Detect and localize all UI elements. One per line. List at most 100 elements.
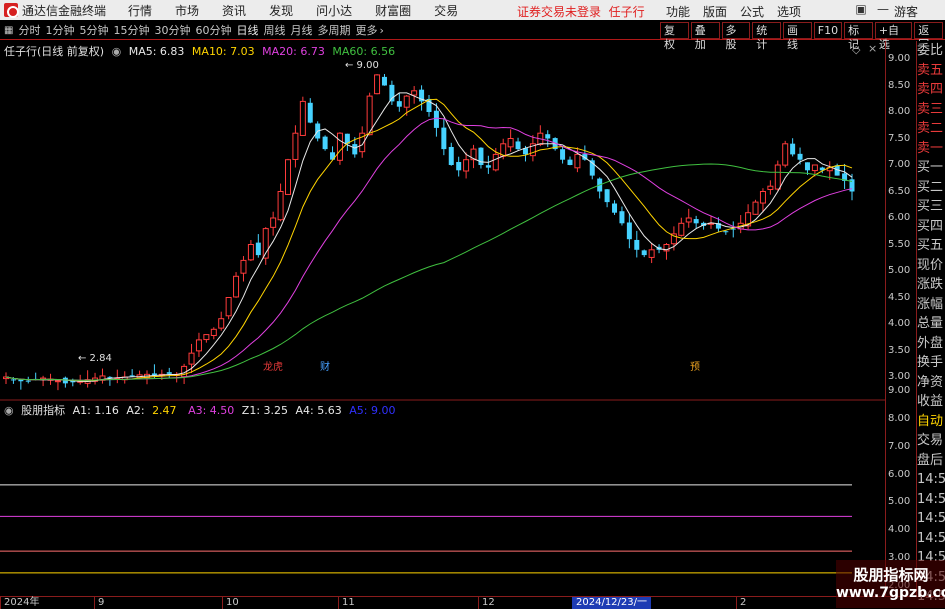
a5-label: A5: 9.00 [349, 404, 396, 417]
menu-layout[interactable]: 版面 [703, 3, 727, 20]
candle-body [307, 102, 313, 123]
side-panel-item[interactable]: 现价 [917, 256, 945, 276]
candle-body [255, 242, 261, 256]
period-daily[interactable]: 日线 [236, 22, 258, 38]
side-panel-item[interactable]: 净资 [917, 373, 945, 393]
candle-body [804, 162, 810, 171]
period-15min[interactable]: 15分钟 [113, 22, 149, 38]
tool-multi-stock[interactable]: 多股 [721, 22, 751, 51]
menu-ask[interactable]: 问小达 [316, 2, 352, 19]
ma60-label: MA60: 6.56 [332, 45, 396, 58]
event-marker: 财 [320, 360, 330, 373]
period-timeshare[interactable]: 分时 [18, 22, 40, 38]
side-panel-item[interactable]: 外盘 [917, 334, 945, 354]
side-panel-item[interactable]: 收益 [917, 392, 945, 412]
period-30min[interactable]: 30分钟 [154, 22, 190, 38]
price-tick-label: 4.50 [888, 291, 911, 303]
side-panel-item[interactable]: 自动 [917, 412, 945, 432]
candle-body [225, 297, 232, 317]
side-panel-item[interactable]: 总量 [917, 314, 945, 334]
tool-mark[interactable]: 标记 [844, 22, 873, 51]
ma10-line [5, 98, 853, 382]
close-icon[interactable]: × [868, 42, 877, 55]
candle-body [247, 244, 254, 261]
side-panel-item[interactable]: 委比 [917, 41, 945, 61]
guest-label[interactable]: 游客 [894, 3, 918, 20]
date-tick: 9 [94, 597, 104, 609]
side-panel-item[interactable]: 14:56 [917, 509, 945, 529]
tool-draw[interactable]: 画线 [783, 22, 812, 51]
side-panel-item[interactable]: 买四 [917, 217, 945, 237]
period-multi[interactable]: 多周期 [317, 22, 350, 38]
side-panel-item[interactable]: 卖一 [917, 139, 945, 159]
menu-function[interactable]: 功能 [666, 3, 690, 20]
period-60min[interactable]: 60分钟 [195, 22, 231, 38]
minimize-icon[interactable]: — [872, 2, 894, 16]
period-weekly[interactable]: 周线 [263, 22, 285, 38]
kline-title: 任子行(日线 前复权) [4, 45, 105, 58]
menu-market[interactable]: 市场 [175, 2, 199, 19]
menu-trade[interactable]: 交易 [434, 2, 458, 19]
candle-body [619, 211, 625, 224]
tool-adjust[interactable]: 复权 [660, 22, 689, 51]
candle-body [203, 334, 210, 341]
tool-stats[interactable]: 统计 [752, 22, 781, 51]
settings-dot-icon[interactable]: ◉ [112, 45, 122, 58]
watermark-line1: 股朋指标网 [853, 566, 929, 584]
chart-tools: 复权 叠加 多股 统计 画线 F10 标记 +自选 返回 [660, 22, 945, 51]
side-panel-item[interactable]: 涨幅 [917, 295, 945, 315]
period-1min[interactable]: 1分钟 [45, 22, 74, 38]
side-panel-item[interactable]: 换手 [917, 353, 945, 373]
price-tick-label: 3.50 [888, 344, 911, 356]
a2-name: A2: [126, 404, 145, 417]
high-price-annotation: ← 9.00 [345, 60, 379, 71]
candle-body [678, 222, 685, 236]
chevron-right-icon[interactable]: › [379, 24, 383, 37]
side-panel-item[interactable]: 卖三 [917, 100, 945, 120]
ma60-line [5, 163, 853, 381]
indicator-name[interactable]: 股朋指标 [21, 404, 65, 417]
tool-add-watchlist[interactable]: +自选 [874, 22, 913, 51]
login-warning[interactable]: 证券交易未登录 任子行 [517, 3, 645, 20]
menu-quotes[interactable]: 行情 [128, 2, 152, 19]
lock-icon[interactable]: ▣ [850, 2, 872, 16]
side-panel-item[interactable]: 买三 [917, 197, 945, 217]
tool-overlay[interactable]: 叠加 [690, 22, 720, 51]
candle-body [322, 136, 328, 150]
candle-body [292, 132, 299, 160]
side-panel-item[interactable]: 买二 [917, 178, 945, 198]
grid-icon[interactable]: ▦ [4, 25, 13, 36]
diamond-icon[interactable]: ◇ [852, 43, 860, 56]
a4-label: A4: 5.63 [295, 404, 342, 417]
menu-formula[interactable]: 公式 [740, 3, 764, 20]
tool-back[interactable]: 返回 [914, 22, 944, 51]
period-5min[interactable]: 5分钟 [79, 22, 108, 38]
side-panel-item[interactable]: 买一 [917, 158, 945, 178]
indicator-tick-label: 8.00 [888, 412, 911, 424]
side-panel-item[interactable]: 买五 [917, 236, 945, 256]
side-panel-item[interactable]: 卖二 [917, 119, 945, 139]
side-panel-item[interactable]: 交易 [917, 431, 945, 451]
menu-options[interactable]: 选项 [777, 3, 801, 20]
menu-discover[interactable]: 发现 [269, 2, 293, 19]
side-panel-item[interactable]: 卖四 [917, 80, 945, 100]
side-panel-item[interactable]: 盘后 [917, 451, 945, 471]
candle-body [767, 185, 774, 190]
candle-body [374, 74, 381, 95]
indicator-chart[interactable]: ◉ 股朋指标 A1: 1.16 A2: 2.47 A3: 4.50 Z1: 3.… [0, 402, 885, 594]
side-panel-item[interactable]: 14:56 [917, 529, 945, 549]
period-monthly[interactable]: 月线 [290, 22, 312, 38]
kline-chart[interactable]: 任子行(日线 前复权) ◉ MA5: 6.83 MA10: 7.03 MA20:… [0, 41, 885, 401]
tool-f10[interactable]: F10 [813, 22, 843, 39]
side-panel-item[interactable]: 14:56 [917, 470, 945, 490]
candle-body [782, 143, 789, 166]
candle-body [188, 352, 195, 365]
menu-news[interactable]: 资讯 [222, 2, 246, 19]
period-more[interactable]: 更多 [355, 22, 377, 38]
settings-dot-icon[interactable]: ◉ [4, 404, 14, 417]
indicator-tick-label: 7.00 [888, 440, 911, 452]
side-panel-item[interactable]: 卖五 [917, 61, 945, 81]
menu-wealth[interactable]: 财富圈 [375, 2, 411, 19]
side-panel-item[interactable]: 涨跌 [917, 275, 945, 295]
side-panel-item[interactable]: 14:56 [917, 490, 945, 510]
